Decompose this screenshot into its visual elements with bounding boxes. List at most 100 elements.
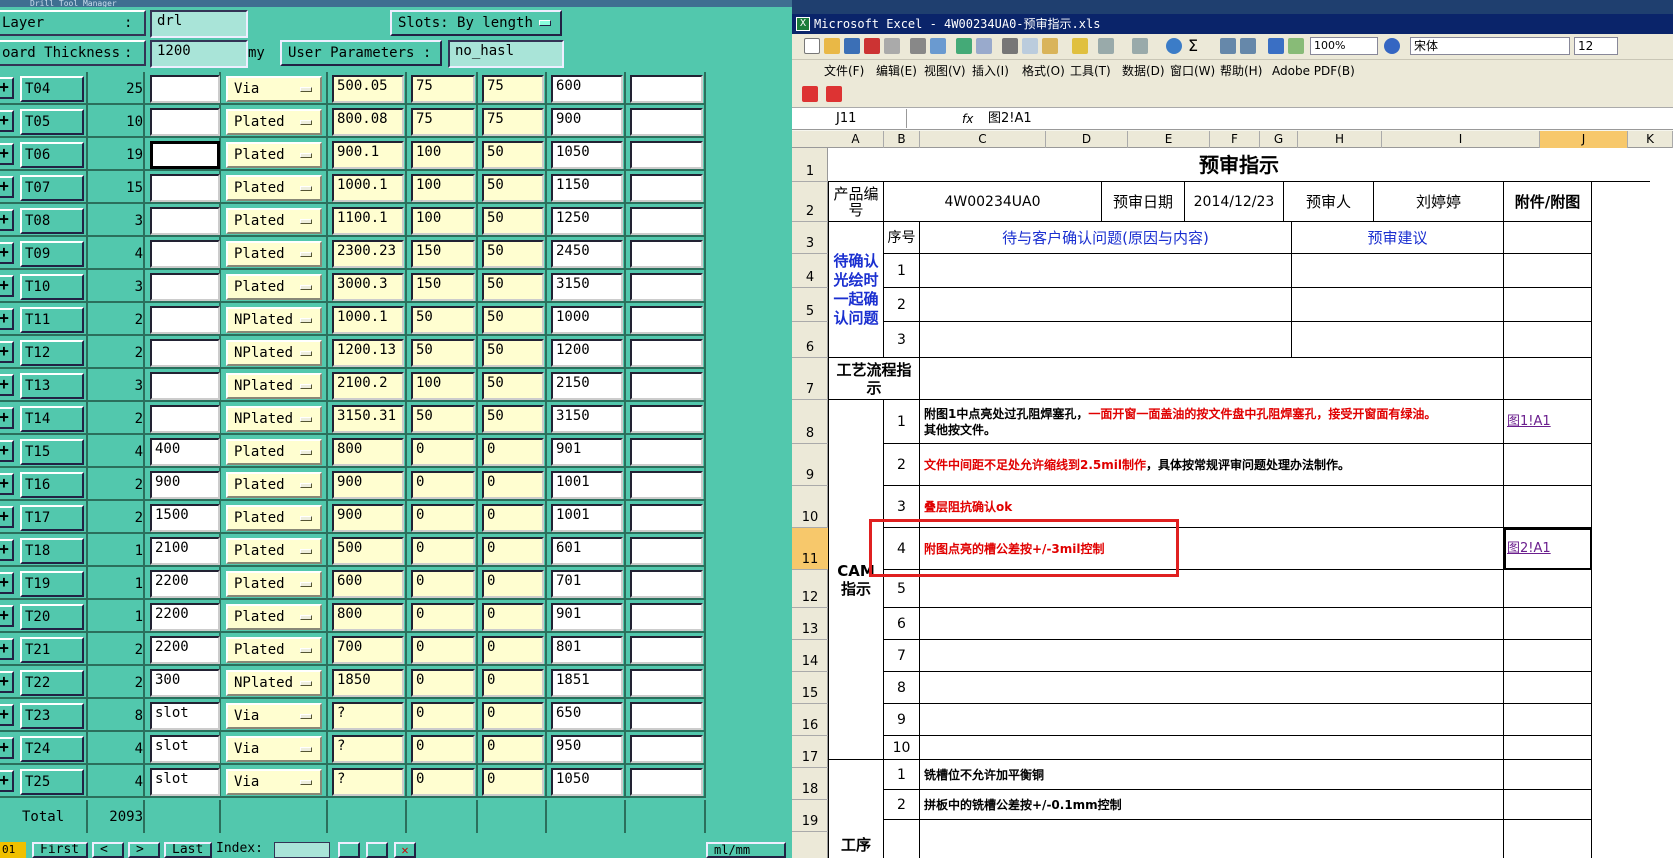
cam-attachment-cell[interactable] [1504, 672, 1592, 704]
plus-tolerance-input[interactable]: 0 [411, 537, 475, 565]
drill-size-input[interactable]: 3150 [551, 273, 623, 301]
row-header[interactable]: 10 [792, 486, 828, 528]
cam-instruction-cell[interactable]: 附图1中点亮处过孔阻焊塞孔，一面开窗一面盖油的按文件盘中孔阻焊塞孔，接受开窗面有… [920, 400, 1504, 444]
tool-size-input[interactable] [150, 339, 220, 367]
hole-type-dropdown[interactable]: Plated [226, 274, 322, 300]
minus-tolerance-input[interactable]: 0 [482, 504, 544, 532]
plus-tolerance-input[interactable]: 0 [411, 702, 475, 730]
help-icon[interactable] [1384, 38, 1400, 54]
hole-type-dropdown[interactable]: NPlated [226, 340, 322, 366]
user-parameters-button[interactable]: User Parameters : [280, 40, 442, 66]
minus-tolerance-input[interactable]: 0 [482, 669, 544, 697]
tool-size-input[interactable]: 1500 [150, 504, 220, 532]
process-label[interactable]: 工艺流程指示 [828, 358, 920, 400]
plus-tolerance-input[interactable]: 100 [411, 174, 475, 202]
redo-icon[interactable] [1132, 38, 1148, 54]
sort-ascending-icon[interactable] [1220, 38, 1236, 54]
row-header[interactable]: 17 [792, 736, 828, 768]
tool-number-button[interactable]: T08 [20, 208, 84, 234]
plus-tolerance-input[interactable]: 50 [411, 306, 475, 334]
plus-tolerance-input[interactable]: 0 [411, 768, 475, 796]
expand-plus-icon[interactable]: + [0, 275, 14, 297]
finish-size-input[interactable]: 1200.13 [332, 339, 404, 367]
drill-size-input[interactable]: 2150 [551, 372, 623, 400]
finish-size-input[interactable]: 1850 [332, 669, 404, 697]
drill-size-input[interactable]: 950 [551, 735, 623, 763]
extra-param-input[interactable] [630, 504, 703, 532]
tool-number-button[interactable]: T20 [20, 604, 84, 630]
column-header[interactable]: I [1382, 131, 1540, 148]
cam-instruction-cell[interactable] [920, 640, 1504, 672]
extra-param-input[interactable] [630, 240, 703, 268]
menu-item[interactable]: 文件(F) [824, 60, 864, 82]
prev-button[interactable]: < [92, 842, 124, 858]
row-header[interactable]: 11 [792, 528, 828, 570]
column-header[interactable]: B [884, 131, 920, 148]
row-header[interactable]: 3 [792, 222, 828, 254]
confirm-label[interactable]: 待确认光绘时一起确认问题 [828, 222, 884, 358]
finish-size-input[interactable]: 900 [332, 504, 404, 532]
finish-size-input[interactable]: 2100.2 [332, 372, 404, 400]
extra-param-input[interactable] [630, 603, 703, 631]
undo-icon[interactable] [1098, 38, 1114, 54]
menu-item[interactable]: 窗口(W) [1170, 60, 1215, 82]
first-button[interactable]: First [32, 842, 88, 858]
row-header[interactable]: 12 [792, 570, 828, 608]
tool-number-button[interactable]: T13 [20, 373, 84, 399]
cam-attachment-cell[interactable] [1504, 704, 1592, 736]
close-icon[interactable]: ✕ [394, 842, 416, 858]
extra-param-input[interactable] [630, 75, 703, 103]
format-painter-icon[interactable] [1072, 38, 1088, 54]
tool-number-button[interactable]: T05 [20, 109, 84, 135]
cam-attachment-cell[interactable]: 图1!A1 [1504, 400, 1592, 444]
tool-size-input[interactable]: slot [150, 735, 220, 763]
finish-size-input[interactable]: 800 [332, 438, 404, 466]
convert-and-email-pdf-icon[interactable] [826, 86, 842, 102]
cam-instruction-cell[interactable] [920, 704, 1504, 736]
cam-instruction-cell[interactable] [920, 608, 1504, 640]
expand-plus-icon[interactable]: + [0, 176, 14, 198]
plus-tolerance-input[interactable]: 0 [411, 735, 475, 763]
row-header[interactable]: 7 [792, 358, 828, 400]
convert-to-pdf-icon[interactable] [802, 86, 818, 102]
expand-plus-icon[interactable]: + [0, 242, 14, 264]
tool-size-input[interactable]: slot [150, 702, 220, 730]
row-header[interactable]: 16 [792, 704, 828, 736]
plus-tolerance-input[interactable]: 0 [411, 504, 475, 532]
drill-size-input[interactable]: 1000 [551, 306, 623, 334]
tool-number-button[interactable]: T25 [20, 769, 84, 795]
cam-num[interactable]: 2 [884, 444, 920, 486]
minus-tolerance-input[interactable]: 0 [482, 768, 544, 796]
expand-plus-icon[interactable]: + [0, 143, 14, 165]
date-label[interactable]: 预审日期 [1102, 182, 1185, 222]
cam-num[interactable]: 1 [884, 400, 920, 444]
expand-plus-icon[interactable]: + [0, 308, 14, 330]
hyperlink-icon[interactable] [1166, 38, 1182, 54]
tool-number-button[interactable]: T23 [20, 703, 84, 729]
plus-tolerance-input[interactable]: 0 [411, 471, 475, 499]
hole-type-dropdown[interactable]: Plated [226, 109, 322, 135]
product-value[interactable]: 4W00234UA0 [884, 182, 1102, 222]
extra-param-input[interactable] [630, 636, 703, 664]
tool-size-input[interactable]: 400 [150, 438, 220, 466]
plus-tolerance-input[interactable]: 150 [411, 273, 475, 301]
confirm-num[interactable]: 3 [884, 322, 920, 358]
minus-tolerance-input[interactable]: 50 [482, 306, 544, 334]
proc-num[interactable]: 1 [884, 760, 920, 790]
finish-size-input[interactable]: 2300.23 [332, 240, 404, 268]
font-size-dropdown[interactable]: 12 [1574, 37, 1618, 55]
tool-size-input[interactable]: 300 [150, 669, 220, 697]
minus-tolerance-input[interactable]: 0 [482, 636, 544, 664]
proc-label[interactable]: 工序 [828, 760, 884, 858]
formula-input[interactable]: 图2!A1 [988, 108, 1032, 130]
confirm-num[interactable]: 2 [884, 288, 920, 322]
minus-tolerance-input[interactable]: 50 [482, 372, 544, 400]
expand-plus-icon[interactable]: + [0, 539, 14, 561]
column-header[interactable]: D [1046, 131, 1128, 148]
row-header[interactable]: 5 [792, 288, 828, 322]
drill-size-input[interactable]: 1001 [551, 504, 623, 532]
finish-size-input[interactable]: 800.08 [332, 108, 404, 136]
expand-plus-icon[interactable]: + [0, 605, 14, 627]
row-header[interactable]: 4 [792, 254, 828, 288]
expand-plus-icon[interactable]: + [0, 704, 14, 726]
